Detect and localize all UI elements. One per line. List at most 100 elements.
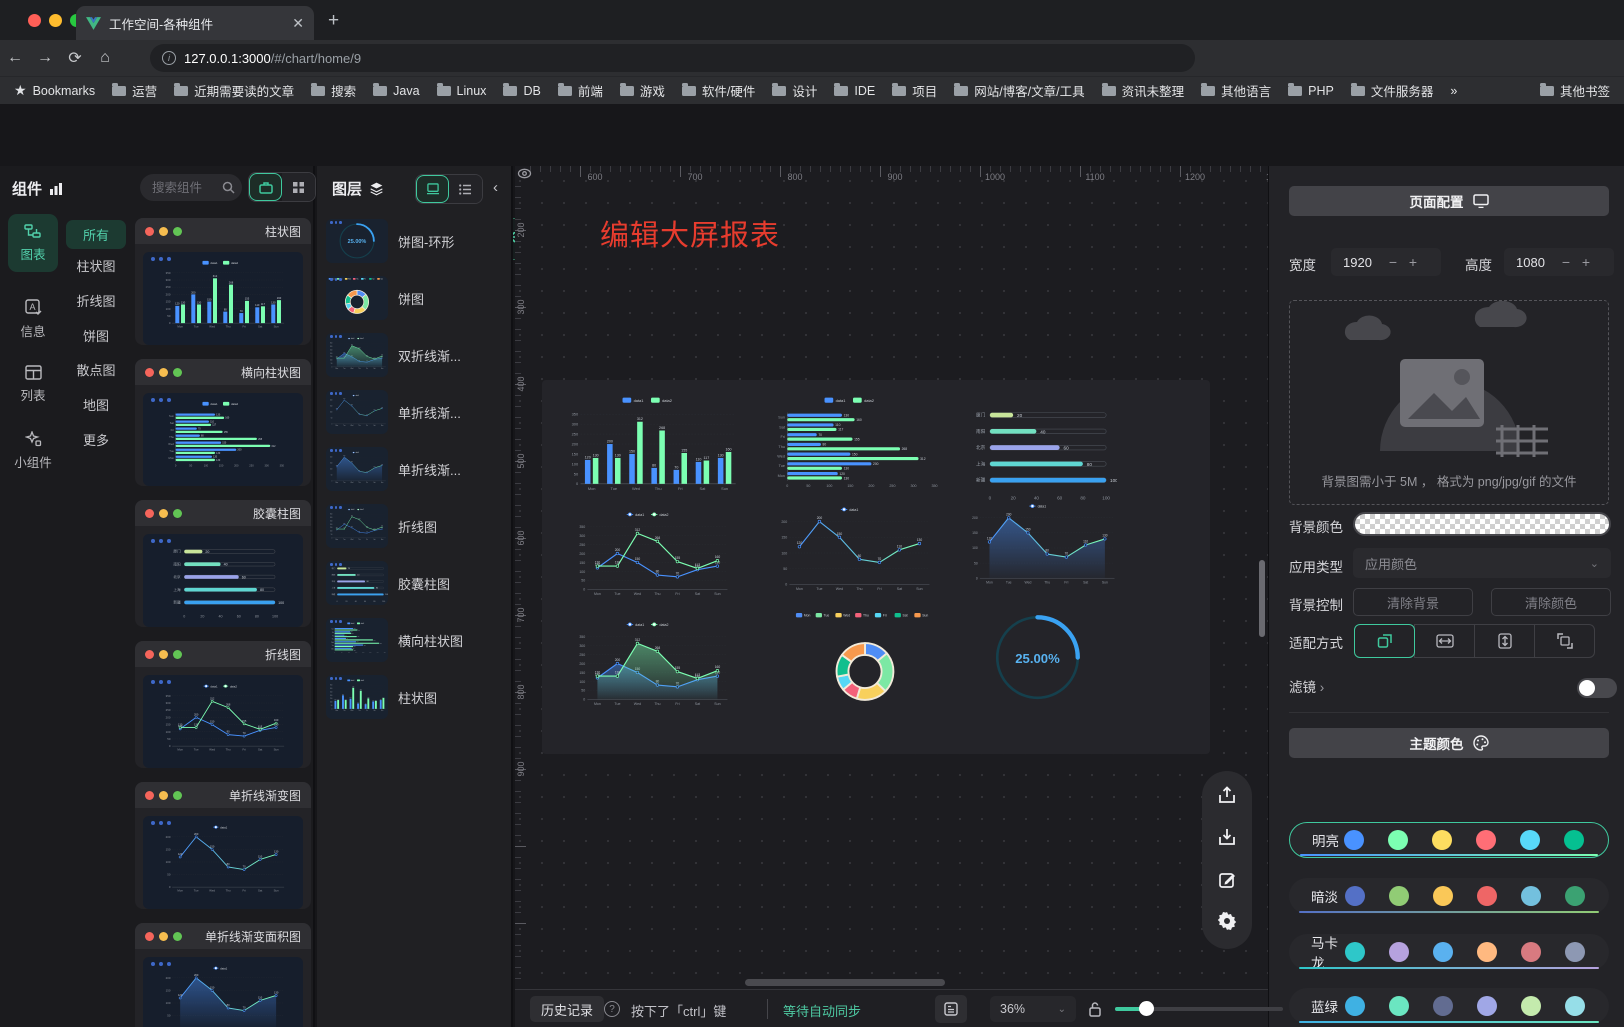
zoom-slider[interactable] <box>1115 1007 1283 1011</box>
dual-area-chart-component[interactable]: data1data2050100150200250300350MonTueWed… <box>560 618 742 718</box>
address-bar[interactable]: i 127.0.0.1:3000/#/chart/home/9 <box>150 44 1195 72</box>
canvas-vertical-scrollbar[interactable] <box>1259 560 1265 637</box>
lock-icon[interactable] <box>1088 1001 1102 1022</box>
tab-charts[interactable]: 图表 <box>8 214 58 272</box>
dashboard-preview[interactable]: data1data2050100150200250300350MonTueWed… <box>542 380 1210 754</box>
bookmark-folder[interactable]: 其他语言 <box>1201 81 1271 100</box>
layer-item[interactable]: data1050100150200MonTueWedThuFriSatSun12… <box>326 389 504 435</box>
category-bar[interactable]: 柱状图 <box>66 256 126 275</box>
gradient-line-chart-component[interactable]: data1050100150200MonTueWedThuFriSatSun12… <box>762 503 944 603</box>
width-minus-button[interactable]: − <box>1383 254 1403 270</box>
theme-row-dim[interactable]: 暗淡 <box>1289 878 1609 914</box>
theme-color-header[interactable]: 主题颜色 <box>1289 728 1609 758</box>
fit-stretch-button[interactable] <box>1534 624 1595 658</box>
bookmark-folder[interactable]: PHP <box>1288 84 1334 98</box>
reload-icon[interactable]: ⟳ <box>60 48 90 68</box>
bookmark-folder[interactable]: 软件/硬件 <box>682 81 755 100</box>
layer-item[interactable]: data1data2050100150200250300350MonTueWed… <box>326 503 504 549</box>
pie-chart-component[interactable]: MonTueWedThuFriSatSun <box>790 603 940 721</box>
page-config-header[interactable]: 页面配置 <box>1289 186 1609 216</box>
layer-item[interactable]: data1data2050100150200250300350Mon120130… <box>326 617 504 663</box>
height-input[interactable] <box>1504 255 1556 270</box>
tab-list[interactable]: 列表 <box>8 356 58 413</box>
bg-color-swatch[interactable] <box>1353 512 1611 536</box>
layer-item[interactable]: data1data2050100150200250300350MonTueWed… <box>326 332 504 378</box>
slider-knob[interactable] <box>1139 1001 1154 1016</box>
component-card[interactable]: 单折线渐变面积图 data1050100150200MonTueWedThuFr… <box>135 923 311 1027</box>
collapse-panel-chevron[interactable]: ‹ <box>493 179 498 196</box>
category-scatter[interactable]: 散点图 <box>66 360 126 379</box>
other-bookmarks-folder[interactable]: 其他书签 <box>1540 81 1610 100</box>
fit-width-button[interactable] <box>1414 624 1475 658</box>
app-type-select[interactable]: 应用颜色 ⌄ <box>1353 548 1611 578</box>
bar-chart-component[interactable]: data1data2050100150200250300350MonTueWed… <box>560 393 742 505</box>
clear-background-button[interactable]: 清除背景 <box>1353 588 1473 616</box>
component-card[interactable]: 单折线渐变图 data1050100150200MonTueWedThuFriS… <box>135 782 311 909</box>
tab-info[interactable]: A 信息 <box>8 290 58 349</box>
width-input[interactable] <box>1331 255 1383 270</box>
tab-widgets[interactable]: 小组件 <box>8 422 58 480</box>
history-button[interactable]: 历史记录 <box>530 996 604 1022</box>
progress-ring-component[interactable]: 25.00% <box>985 605 1090 710</box>
horizontal-bar-chart-component[interactable]: data1data2050100150200250300350Mon120130… <box>762 393 944 505</box>
layer-item[interactable]: data1050100150200MonTueWedThuFriSatSun12… <box>326 446 504 492</box>
layer-item[interactable]: MonTueWedThuFriSatSun饼图 <box>326 275 504 321</box>
category-line[interactable]: 折线图 <box>66 291 126 310</box>
bookmark-folder[interactable]: IDE <box>834 84 875 98</box>
bookmarks-overflow-chevron[interactable]: » <box>1450 84 1457 98</box>
bookmark-folder[interactable]: Java <box>373 84 419 98</box>
width-plus-button[interactable]: + <box>1403 254 1423 270</box>
fit-height-button[interactable] <box>1474 624 1535 658</box>
height-minus-button[interactable]: − <box>1556 254 1576 270</box>
canvas-text-component[interactable]: 编辑大屏报表 <box>600 212 780 254</box>
category-map[interactable]: 地图 <box>66 395 126 414</box>
bookmark-folder[interactable]: 项目 <box>892 81 937 100</box>
tab-close-icon[interactable]: ✕ <box>292 15 304 32</box>
line-chart-component[interactable]: data1data2050100150200250300350MonTueWed… <box>560 508 742 608</box>
fit-scale-button[interactable] <box>1354 624 1415 658</box>
bookmark-folder[interactable]: 搜索 <box>311 81 356 100</box>
browser-tab[interactable]: 工作空间-各种组件 ✕ <box>76 6 314 40</box>
export-icon[interactable] <box>1215 783 1239 807</box>
bookmark-folder[interactable]: 设计 <box>772 81 817 100</box>
grid-view-toggle[interactable] <box>282 173 315 201</box>
theme-row-bluegreen[interactable]: 蓝绿 <box>1289 988 1609 1024</box>
settings-gear-icon[interactable] <box>1215 909 1239 933</box>
list-view-toggle[interactable] <box>449 175 482 203</box>
ruler-visibility-eye-icon[interactable] <box>517 167 532 185</box>
category-pie[interactable]: 饼图 <box>66 326 126 345</box>
height-plus-button[interactable]: + <box>1576 254 1596 270</box>
new-tab-button[interactable]: + <box>328 10 339 32</box>
category-all[interactable]: 所有 <box>66 220 126 249</box>
layer-item[interactable]: 25.00%饼图-环形 <box>326 218 504 264</box>
thumbnail-view-toggle[interactable] <box>416 175 449 203</box>
bookmark-folder[interactable]: 文件服务器 <box>1351 81 1434 100</box>
layer-item[interactable]: 厦门20南阳40北京60上海80新疆100020406080100胶囊柱图 <box>326 560 504 606</box>
category-more[interactable]: 更多 <box>66 430 126 449</box>
component-card[interactable]: 胶囊柱图 厦门20南阳40北京60上海80新疆100020406080100 <box>135 500 311 627</box>
window-minimize-button[interactable] <box>49 14 62 27</box>
theme-row-macaron[interactable]: 马卡龙 <box>1289 934 1609 970</box>
filter-toggle[interactable] <box>1577 678 1617 698</box>
notes-icon-button[interactable] <box>935 995 967 1023</box>
back-icon[interactable]: ← <box>0 49 30 67</box>
edit-icon[interactable] <box>1215 867 1239 891</box>
design-canvas[interactable]: 6007008009001000110012001300 20030040050… <box>515 166 1268 989</box>
background-upload-dropzone[interactable]: 背景图需小于 5M ， 格式为 png/jpg/gif 的文件 <box>1289 300 1609 505</box>
import-icon[interactable] <box>1215 825 1239 849</box>
single-view-toggle[interactable] <box>249 173 282 201</box>
forward-icon[interactable]: → <box>30 49 60 67</box>
help-icon[interactable]: ? <box>604 1001 620 1017</box>
component-card[interactable]: 柱状图 data1data2050100150200250300350MonTu… <box>135 218 311 345</box>
bookmark-folder[interactable]: Linux <box>437 84 487 98</box>
component-card[interactable]: 横向柱状图 data1data2050100150200250300350Mon… <box>135 359 311 486</box>
bookmark-folder[interactable]: 游戏 <box>620 81 665 100</box>
home-icon[interactable]: ⌂ <box>90 49 120 67</box>
gradient-area-chart-component[interactable]: data1050100150200MonTueWedThuFriSatSun12… <box>962 498 1120 598</box>
bookmark-folder[interactable]: 运营 <box>112 81 157 100</box>
bookmark-folder[interactable]: 前端 <box>558 81 603 100</box>
capsule-chart-component[interactable]: 厦门20南阳40北京60上海80新疆100020406080100 <box>962 398 1117 505</box>
bookmark-folder[interactable]: DB <box>503 84 540 98</box>
canvas-horizontal-scrollbar[interactable] <box>745 979 945 986</box>
bookmark-folder[interactable]: 资讯未整理 <box>1102 81 1185 100</box>
